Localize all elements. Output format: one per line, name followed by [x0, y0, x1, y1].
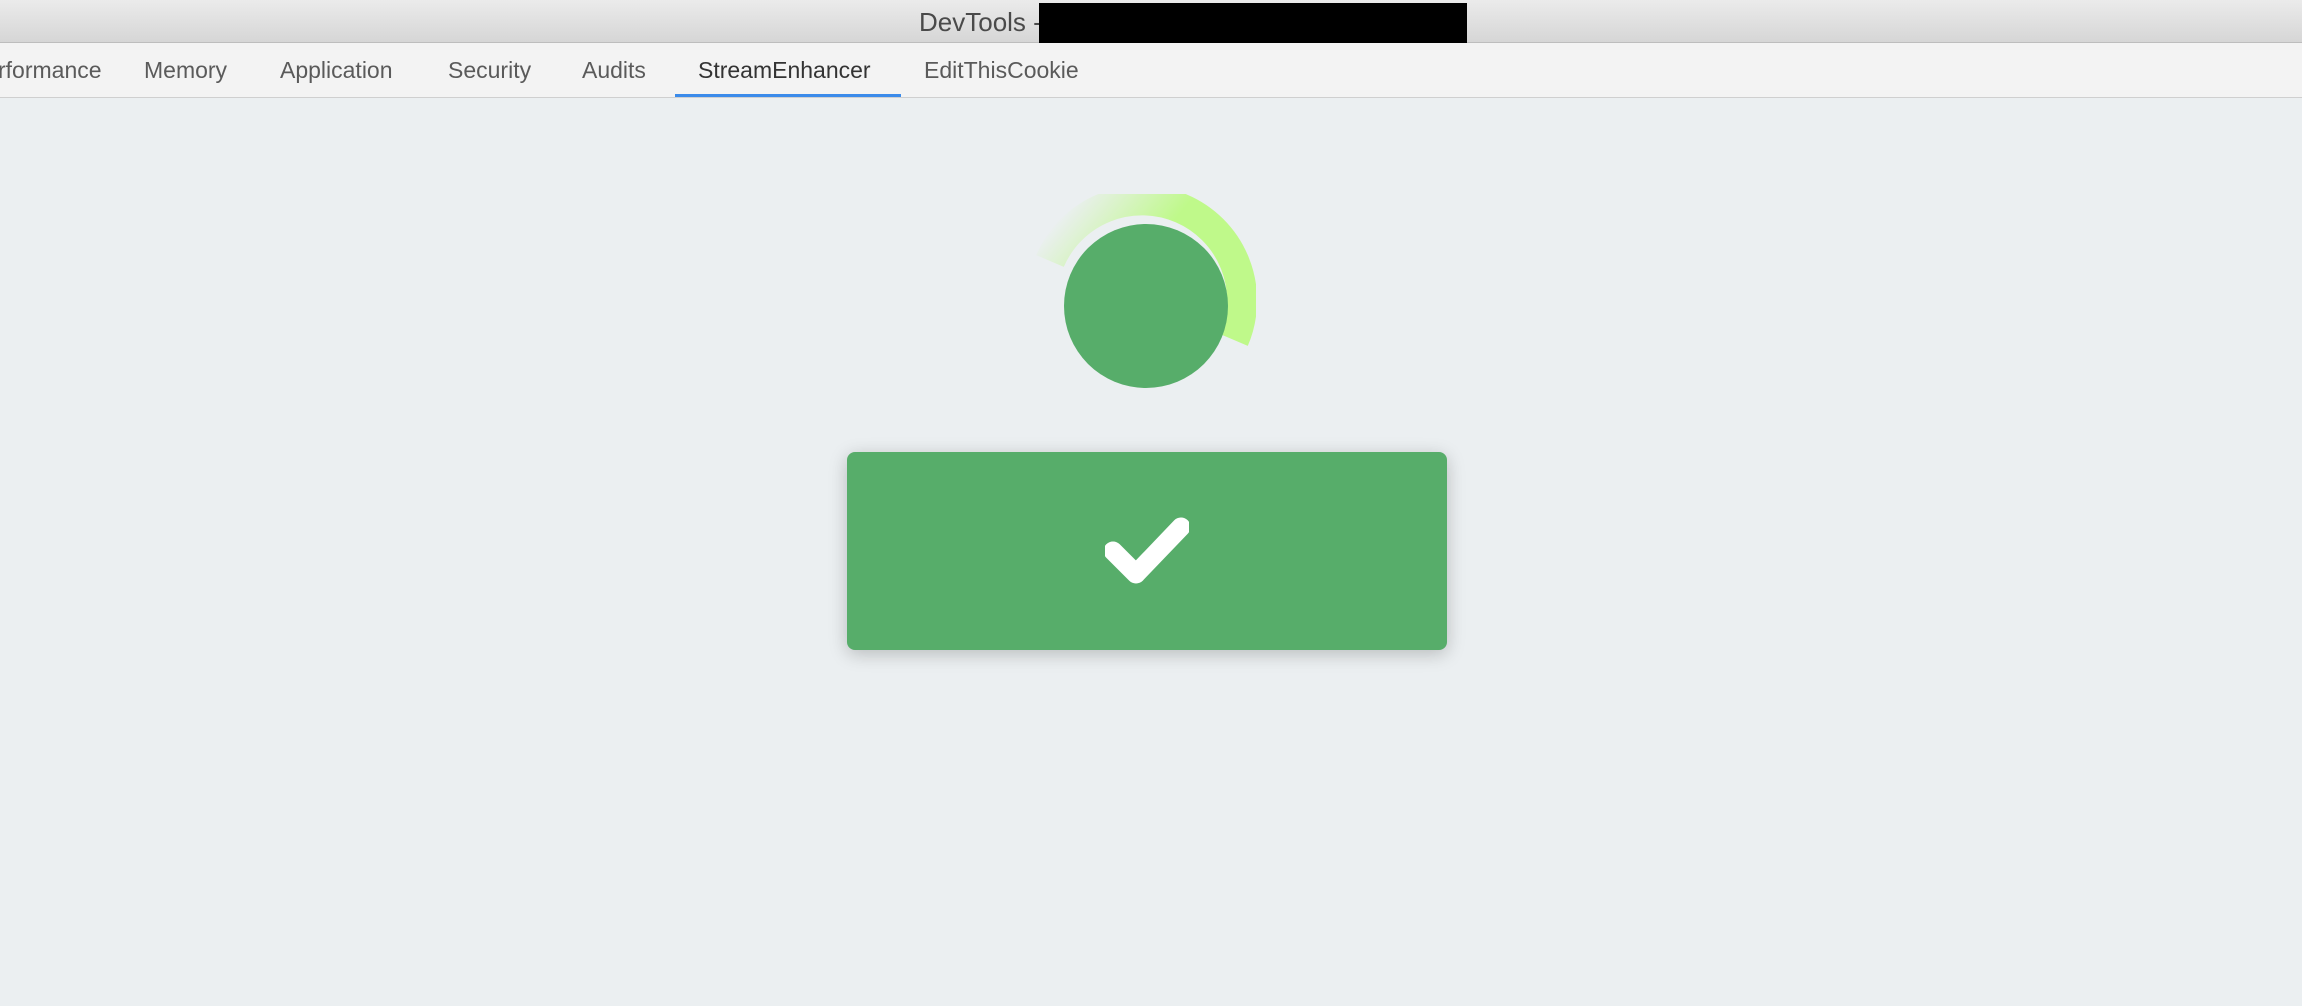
- spinner-core: [1064, 224, 1228, 388]
- title-bar: DevTools -: [0, 0, 2302, 43]
- tab-performance[interactable]: rformance: [0, 43, 102, 97]
- tab-audits[interactable]: Audits: [582, 43, 646, 97]
- devtools-window: DevTools - rformance Memory Application …: [0, 0, 2302, 1006]
- devtools-tab-bar: rformance Memory Application Security Au…: [0, 43, 2302, 98]
- checkmark-icon: [1105, 517, 1189, 584]
- tab-security[interactable]: Security: [448, 43, 531, 97]
- confirm-button[interactable]: [847, 452, 1447, 650]
- window-title: DevTools -: [919, 7, 1042, 37]
- tab-memory[interactable]: Memory: [144, 43, 227, 97]
- tab-streamenhancer[interactable]: StreamEnhancer: [698, 43, 871, 97]
- redacted-title-block: [1039, 3, 1467, 43]
- active-tab-indicator: [675, 94, 901, 97]
- tab-editthiscookie[interactable]: EditThisCookie: [924, 43, 1079, 97]
- tab-application[interactable]: Application: [280, 43, 393, 97]
- streamenhancer-panel: [0, 98, 2302, 1006]
- loading-ring-icon: [1036, 194, 1256, 388]
